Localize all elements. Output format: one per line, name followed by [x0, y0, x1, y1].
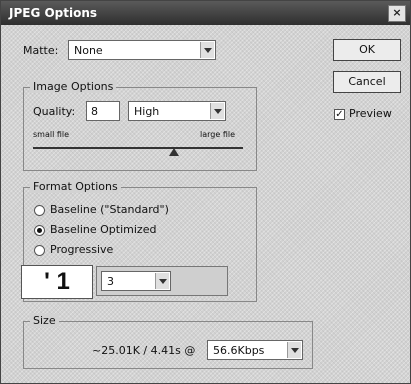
- quality-input[interactable]: 8: [86, 101, 120, 121]
- jpeg-options-dialog: JPEG Options × Matte: None OK Cancel ✓ P…: [0, 0, 411, 384]
- image-options-title: Image Options: [30, 80, 117, 93]
- chevron-down-icon: [210, 103, 224, 119]
- dialog-title: JPEG Options: [9, 6, 98, 20]
- format-options-title: Format Options: [30, 180, 121, 193]
- checkmark-icon: ✓: [335, 109, 344, 120]
- quality-preset-value: High: [134, 105, 160, 118]
- preview-checkbox[interactable]: ✓: [334, 109, 345, 120]
- image-options-group: Image Options Quality: 8 High small file…: [23, 80, 257, 171]
- size-estimate: ~25.01K / 4.41s @: [92, 344, 196, 357]
- size-title: Size: [30, 314, 59, 327]
- matte-value: None: [74, 44, 103, 57]
- small-file-label: small file: [33, 130, 70, 139]
- size-group: Size ~25.01K / 4.41s @ 56.6Kbps: [23, 314, 313, 369]
- title-bar: JPEG Options ×: [1, 1, 410, 25]
- quality-value: 8: [91, 105, 98, 118]
- quality-preset-select[interactable]: High: [128, 101, 226, 121]
- overlay-label: ' 1: [21, 265, 93, 299]
- preview-label: Preview: [349, 107, 392, 120]
- quality-slider-track[interactable]: [33, 147, 243, 149]
- large-file-label: large file: [200, 130, 235, 139]
- cancel-button[interactable]: Cancel: [333, 71, 401, 93]
- baseline-optimized-radio[interactable]: [34, 225, 45, 236]
- baseline-standard-label: Baseline ("Standard"): [50, 203, 169, 216]
- progressive-label: Progressive: [50, 243, 114, 256]
- quality-slider-thumb[interactable]: [169, 148, 179, 156]
- close-icon: ×: [392, 6, 402, 19]
- download-speed-select[interactable]: 56.6Kbps: [207, 340, 303, 360]
- baseline-optimized-label: Baseline Optimized: [50, 223, 157, 236]
- scans-value: 3: [107, 275, 114, 288]
- ok-button[interactable]: OK: [333, 39, 401, 61]
- chevron-down-icon: [155, 273, 169, 289]
- chevron-down-icon: [200, 42, 214, 58]
- matte-label: Matte:: [23, 44, 59, 57]
- download-speed-value: 56.6Kbps: [213, 344, 265, 357]
- scans-select-frame: 3: [96, 266, 228, 296]
- matte-select[interactable]: None: [68, 40, 216, 60]
- close-button[interactable]: ×: [388, 5, 406, 22]
- scans-select[interactable]: 3: [101, 271, 171, 291]
- baseline-standard-radio[interactable]: [34, 205, 45, 216]
- chevron-down-icon: [287, 342, 301, 358]
- quality-label: Quality:: [33, 105, 76, 118]
- progressive-radio[interactable]: [34, 245, 45, 256]
